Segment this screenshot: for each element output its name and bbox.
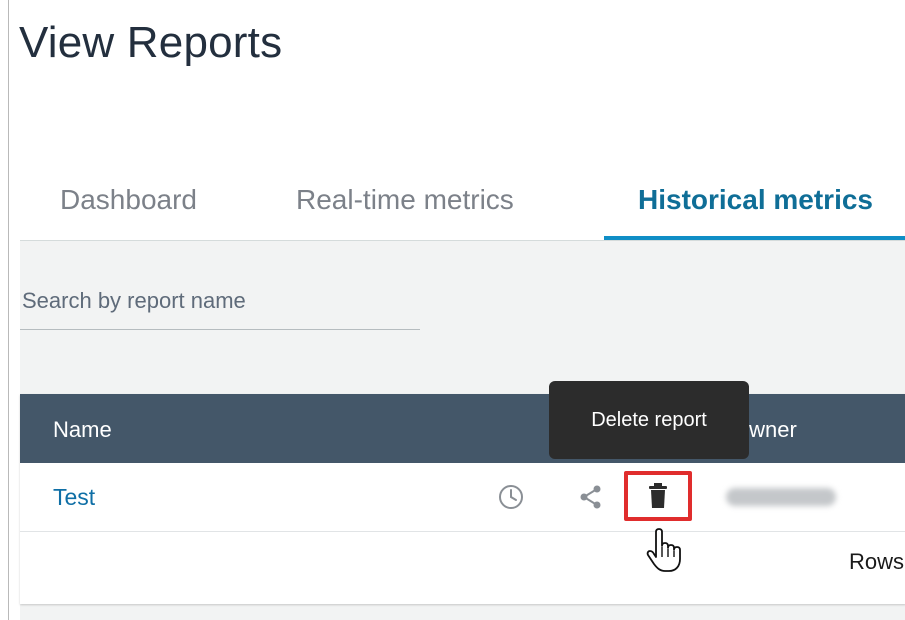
delete-report-tooltip: Delete report — [549, 381, 749, 459]
trash-icon[interactable] — [641, 479, 675, 513]
tab-historical-metrics[interactable]: Historical metrics — [604, 160, 905, 240]
search-input[interactable] — [20, 272, 420, 330]
rows-per-page-label: Rows — [848, 549, 904, 574]
column-header-name[interactable]: Name — [53, 394, 112, 466]
page-frame: View Reports Dashboard Real-time metrics… — [8, 0, 905, 620]
clock-icon[interactable] — [496, 482, 526, 512]
reports-table: Name Owner Test Rows — [20, 394, 905, 604]
share-icon[interactable] — [576, 482, 606, 512]
table-row: Test — [20, 463, 905, 532]
table-header: Name Owner — [20, 394, 905, 463]
report-name-link[interactable]: Test — [53, 463, 95, 531]
tab-real-time-metrics[interactable]: Real-time metrics — [296, 160, 586, 240]
tab-bar: Dashboard Real-time metrics Historical m… — [20, 160, 905, 241]
tab-dashboard[interactable]: Dashboard — [60, 160, 230, 240]
hand-cursor-icon — [645, 526, 687, 574]
owner-value-redacted — [726, 488, 836, 506]
page-title: View Reports — [19, 18, 283, 67]
